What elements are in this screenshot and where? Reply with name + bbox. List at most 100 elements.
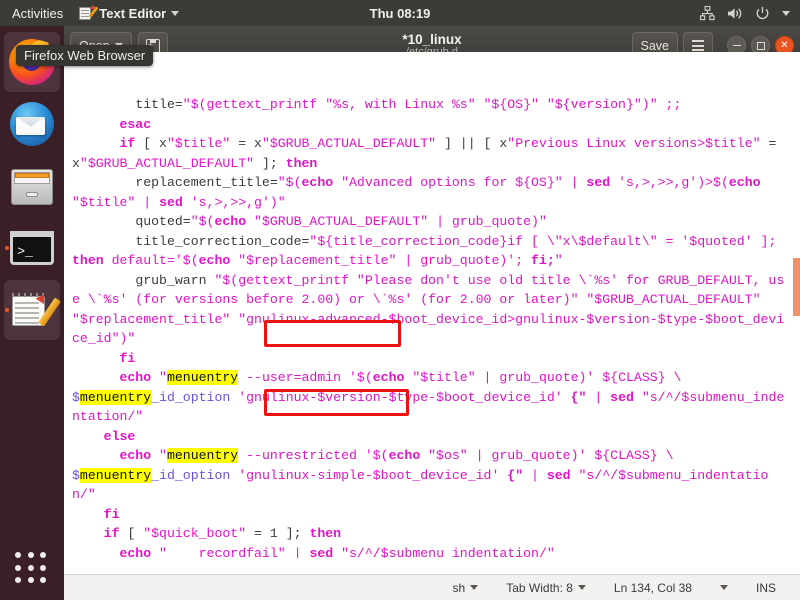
- language-selector[interactable]: sh: [439, 581, 493, 595]
- code-token: _id_option: [151, 389, 231, 405]
- app-menu-button[interactable]: Text Editor: [73, 4, 185, 21]
- search-match: menuentry: [166, 370, 239, 385]
- code-token: "s/^/$submenu_indentation/": [333, 545, 555, 559]
- grid-dot: [40, 552, 47, 558]
- code-token: | grub_quote)' ${CLASS} \: [475, 370, 682, 385]
- code-token: 'gnulinux-simple-$boot_device_id': [230, 467, 508, 483]
- code-token: $: [72, 389, 80, 405]
- code-token: echo: [214, 214, 247, 229]
- code-line: echo " recordfail" | sed "s/^/$submenu_i…: [72, 544, 792, 559]
- grid-dot: [15, 552, 21, 558]
- code-line: grub_warn "$(gettext_printf "Please don'…: [72, 271, 792, 349]
- text-editor-window: Open *10_linux /etc/grub.d Save: [64, 26, 800, 600]
- code-token: "$title": [404, 370, 476, 385]
- code-token: replacement_title=: [72, 175, 278, 190]
- code-token: |: [562, 175, 587, 190]
- grid-dot: [27, 564, 34, 571]
- code-token: 'gnulinux-$version-$type-$boot_device_id…: [230, 389, 571, 405]
- code-token: |: [523, 467, 547, 483]
- code-line: fi: [72, 349, 792, 369]
- tab-width-label: Tab Width: 8: [506, 580, 573, 595]
- code-token: | grub_quote)' ${CLASS} \: [467, 448, 674, 463]
- dock-item-thunderbird[interactable]: [4, 94, 60, 154]
- code-token: $: [72, 467, 80, 483]
- code-line: if [ "$quick_boot" = 1 ]; then: [72, 524, 792, 544]
- code-line: esac: [72, 115, 792, 135]
- code-token: fi: [119, 350, 136, 366]
- code-token: 's,>,>>,g': [610, 175, 698, 190]
- search-match: menuentry: [79, 389, 152, 405]
- grid-dot: [40, 577, 47, 584]
- code-token: )>$(: [697, 175, 729, 190]
- tab-width-selector[interactable]: Tab Width: 8: [492, 581, 600, 595]
- chevron-down-icon[interactable]: [782, 10, 790, 16]
- code-token: "$GRUB_ACTUAL_DEFAULT": [246, 214, 429, 229]
- code-line: echo "menuentry --user=admin '$(echo "$t…: [72, 368, 792, 388]
- power-icon: [756, 6, 769, 19]
- code-token: --unrestricted '$(: [238, 448, 389, 463]
- code-token: echo: [301, 175, 334, 190]
- code-token: echo: [119, 545, 152, 559]
- text-editor-icon: [9, 287, 61, 333]
- code-token: "$quick_boot": [143, 526, 247, 541]
- minimize-icon: [732, 44, 741, 47]
- cursor-position[interactable]: Ln 134, Col 38: [600, 581, 706, 595]
- code-token: = x: [230, 136, 262, 151]
- close-icon: ✕: [780, 39, 789, 51]
- activities-button[interactable]: Activities: [0, 6, 73, 21]
- ubuntu-dock: >_: [0, 26, 64, 600]
- code-token: |: [586, 389, 611, 405]
- code-token: "${title_correction_code}if [ \"x\$defau…: [309, 233, 785, 249]
- code-token: | grub_quote)';: [396, 253, 532, 268]
- code-token: {": [570, 389, 587, 405]
- code-token: = 1 ];: [246, 526, 310, 541]
- code-token: )": [269, 194, 286, 210]
- code-token: --user=admin '$(: [238, 370, 373, 385]
- code-line: title_correction_code="${title_correctio…: [72, 232, 792, 271]
- desktop-screen: Activities Text Editor Thu 08:19 >_ + *1…: [0, 0, 800, 600]
- code-token: esac: [119, 116, 152, 132]
- code-token: echo: [372, 370, 405, 385]
- insert-mode-label: INS: [755, 580, 776, 595]
- code-line: fi: [72, 505, 792, 525]
- code-token: |: [135, 194, 160, 210]
- code-token: [: [119, 526, 144, 541]
- notepad-icon: [79, 4, 99, 21]
- code-token: if: [103, 526, 120, 541]
- code-line: quoted="$(echo "$GRUB_ACTUAL_DEFAULT" | …: [72, 212, 792, 232]
- code-token: ": [554, 253, 563, 268]
- code-token: then: [72, 253, 104, 268]
- code-line: if [ x"$title" = x"$GRUB_ACTUAL_DEFAULT"…: [72, 134, 792, 173]
- code-token: grub_warn: [72, 272, 215, 288]
- dock-item-text-editor[interactable]: [4, 280, 61, 340]
- dock-item-files[interactable]: [4, 156, 60, 216]
- code-token: "$(: [190, 214, 215, 229]
- maximize-icon: [756, 41, 765, 50]
- code-token: sed: [159, 194, 183, 210]
- code-token: "$GRUB_ACTUAL_DEFAULT": [79, 155, 255, 171]
- dock-item-terminal[interactable]: >_: [4, 218, 60, 278]
- files-icon: [9, 163, 55, 209]
- code-line: title="$(gettext_printf "%s, with Linux …: [72, 95, 792, 115]
- code-token: echo: [198, 253, 231, 268]
- hamburger-menu-icon: [692, 40, 704, 51]
- code-token: ;;: [657, 97, 682, 112]
- app-menu-label: Text Editor: [99, 5, 167, 21]
- code-token: ": [151, 448, 167, 463]
- position-dropdown[interactable]: [706, 585, 742, 590]
- code-editor-view[interactable]: title="$(gettext_printf "%s, with Linux …: [64, 52, 800, 558]
- code-token: [ x: [135, 136, 167, 151]
- show-applications-button[interactable]: [15, 552, 49, 586]
- system-status-area[interactable]: [700, 5, 800, 21]
- chevron-down-icon: [171, 10, 180, 16]
- code-token: "Previous Linux versions>$title": [507, 136, 761, 151]
- vertical-scrollbar[interactable]: [793, 258, 800, 316]
- code-token: then: [309, 526, 342, 541]
- code-token: |: [285, 545, 310, 559]
- save-button-label: Save: [640, 38, 670, 53]
- code-token: quoted=: [72, 214, 191, 229]
- code-token: ] || [ x: [436, 136, 508, 151]
